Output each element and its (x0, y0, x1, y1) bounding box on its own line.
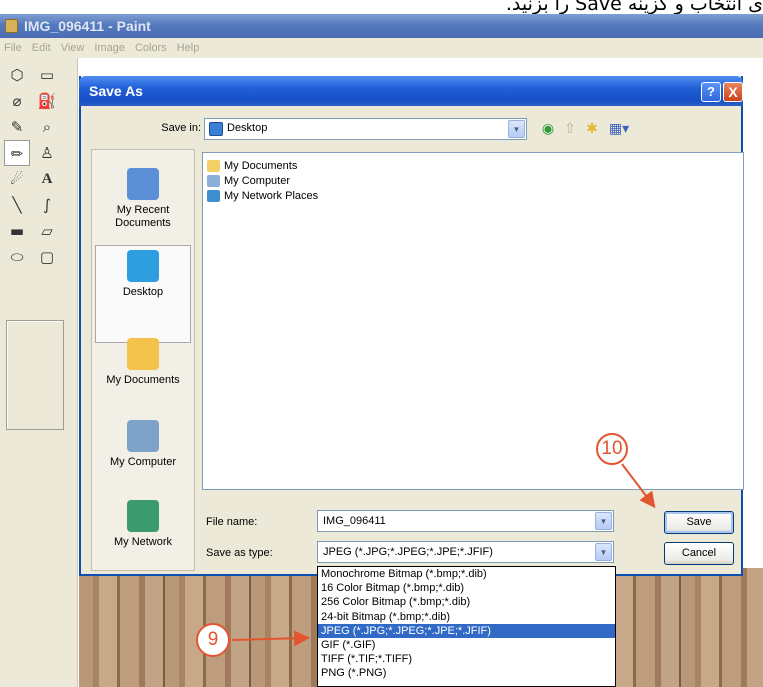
fill-bucket-icon[interactable]: ⛽ (34, 88, 60, 114)
menu-image[interactable]: Image (94, 38, 125, 58)
desktop-icon (209, 122, 223, 136)
views-menu-icon[interactable]: ▦▾ (605, 119, 633, 139)
menu-view[interactable]: View (61, 38, 85, 58)
place-my-computer[interactable]: My Computer (94, 420, 192, 469)
chevron-down-icon[interactable]: ▼ (595, 512, 612, 530)
type-option[interactable]: 16 Color Bitmap (*.bmp;*.dib) (318, 581, 615, 595)
step-9-marker: 9 (196, 623, 230, 657)
chevron-down-icon[interactable]: ▼ (595, 543, 612, 561)
polygon-tool-icon[interactable]: ▱ (34, 218, 60, 244)
dialog-title-bar[interactable]: Save As (79, 76, 743, 106)
type-option[interactable]: Monochrome Bitmap (*.bmp;*.dib) (318, 567, 615, 581)
line-tool-icon[interactable]: ╲ (4, 192, 30, 218)
save-button[interactable]: Save (664, 511, 734, 534)
instruction-caption: ی انتخاب و گزینه Save را بزنید. (505, 0, 763, 14)
file-name: My Computer (224, 175, 291, 187)
file-name-value: IMG_096411 (323, 515, 386, 527)
type-option[interactable]: GIF (*.GIF) (318, 638, 615, 652)
type-option[interactable]: 256 Color Bitmap (*.bmp;*.dib) (318, 595, 615, 609)
chevron-down-icon[interactable]: ▼ (508, 120, 525, 138)
type-option[interactable]: TIFF (*.TIF;*.TIFF) (318, 652, 615, 666)
desktop-icon (127, 250, 159, 282)
my-documents-icon (127, 338, 159, 370)
eraser-icon[interactable]: ⌀ (4, 88, 30, 114)
save-in-value: Desktop (227, 122, 268, 134)
file-name-label: File name: (206, 516, 258, 528)
place-desktop[interactable]: Desktop (94, 250, 192, 299)
tool-options-box[interactable] (6, 320, 64, 430)
dialog-title: Save As (89, 83, 143, 99)
file-name: My Network Places (224, 190, 319, 202)
list-item[interactable]: My Documents (207, 159, 297, 174)
menu-colors[interactable]: Colors (135, 38, 167, 58)
recent-documents-icon (127, 168, 159, 200)
folder-icon (207, 160, 220, 172)
type-option[interactable]: PNG (*.PNG) (318, 666, 615, 680)
paint-toolbox: ⬡ ▭ ⌀ ⛽ ✎ ⌕ ✏ ♙ ☄ A ╲ ∫ ▬ ▱ ⬭ ▢ (0, 58, 78, 687)
place-label: Desktop (122, 286, 164, 298)
my-computer-icon (127, 420, 159, 452)
save-as-dialog: Save As ? X Save in: Desktop ▼ ◉ ⇧ ✱ ▦▾ … (79, 76, 744, 576)
file-list[interactable]: My Documents My Computer My Network Plac… (202, 152, 744, 490)
type-option-selected[interactable]: JPEG (*.JPG;*.JPEG;*.JPE;*.JFIF) (318, 623, 615, 638)
cancel-button[interactable]: Cancel (664, 542, 734, 565)
menu-help[interactable]: Help (177, 38, 200, 58)
file-name: My Documents (224, 160, 298, 172)
free-select-icon[interactable]: ⬡ (4, 62, 30, 88)
save-as-type-dropdown[interactable]: JPEG (*.JPG;*.JPEG;*.JPE;*.JFIF) ▼ (317, 541, 614, 563)
place-my-documents[interactable]: My Documents (94, 338, 192, 387)
save-as-type-label: Save as type: (206, 547, 273, 559)
place-label: My Computer (109, 456, 177, 468)
airbrush-icon[interactable]: ☄ (4, 166, 30, 192)
save-in-dropdown[interactable]: Desktop ▼ (204, 118, 527, 140)
place-recent-documents[interactable]: My Recent Documents (94, 168, 192, 230)
place-label: My Documents (106, 374, 180, 386)
curve-tool-icon[interactable]: ∫ (34, 192, 60, 218)
place-label: My Recent Documents (115, 204, 171, 229)
network-icon (207, 190, 220, 202)
save-in-label: Save in: (161, 122, 201, 134)
back-icon[interactable]: ◉ (538, 119, 558, 139)
rectangle-tool-icon[interactable]: ▬ (4, 218, 30, 244)
step-10-marker: 10 (596, 433, 628, 465)
menu-file[interactable]: File (4, 38, 22, 58)
menu-edit[interactable]: Edit (32, 38, 51, 58)
place-label: My Network (113, 536, 173, 548)
file-name-field[interactable]: IMG_096411 ▼ (317, 510, 614, 532)
brush-icon[interactable]: ♙ (34, 140, 60, 166)
help-button[interactable]: ? (701, 82, 721, 102)
rounded-rect-tool-icon[interactable]: ▢ (34, 244, 60, 270)
ellipse-tool-icon[interactable]: ⬭ (4, 244, 30, 270)
computer-icon (207, 175, 220, 187)
up-folder-icon[interactable]: ⇧ (560, 119, 580, 139)
save-as-type-options: Monochrome Bitmap (*.bmp;*.dib) 16 Color… (317, 566, 616, 687)
place-my-network[interactable]: My Network (94, 500, 192, 549)
paint-title-bar: IMG_096411 - Paint (0, 14, 763, 38)
paint-window-title: IMG_096411 - Paint (24, 18, 151, 34)
close-button[interactable]: X (723, 82, 743, 102)
list-item[interactable]: My Network Places (207, 189, 318, 204)
text-tool-icon[interactable]: A (34, 166, 60, 192)
pencil-icon[interactable]: ✏ (4, 140, 30, 166)
list-item[interactable]: My Computer (207, 174, 290, 189)
rect-select-icon[interactable]: ▭ (34, 62, 60, 88)
places-bar: My Recent Documents Desktop My Documents… (91, 149, 195, 571)
save-as-type-value: JPEG (*.JPG;*.JPEG;*.JPE;*.JFIF) (323, 546, 493, 558)
paint-app-icon (5, 19, 18, 33)
my-network-icon (127, 500, 159, 532)
new-folder-icon[interactable]: ✱ (582, 119, 602, 139)
magnifier-icon[interactable]: ⌕ (34, 114, 60, 140)
paint-menu-bar: File Edit View Image Colors Help (0, 38, 763, 58)
type-option[interactable]: 24-bit Bitmap (*.bmp;*.dib) (318, 610, 615, 624)
color-picker-icon[interactable]: ✎ (4, 114, 30, 140)
